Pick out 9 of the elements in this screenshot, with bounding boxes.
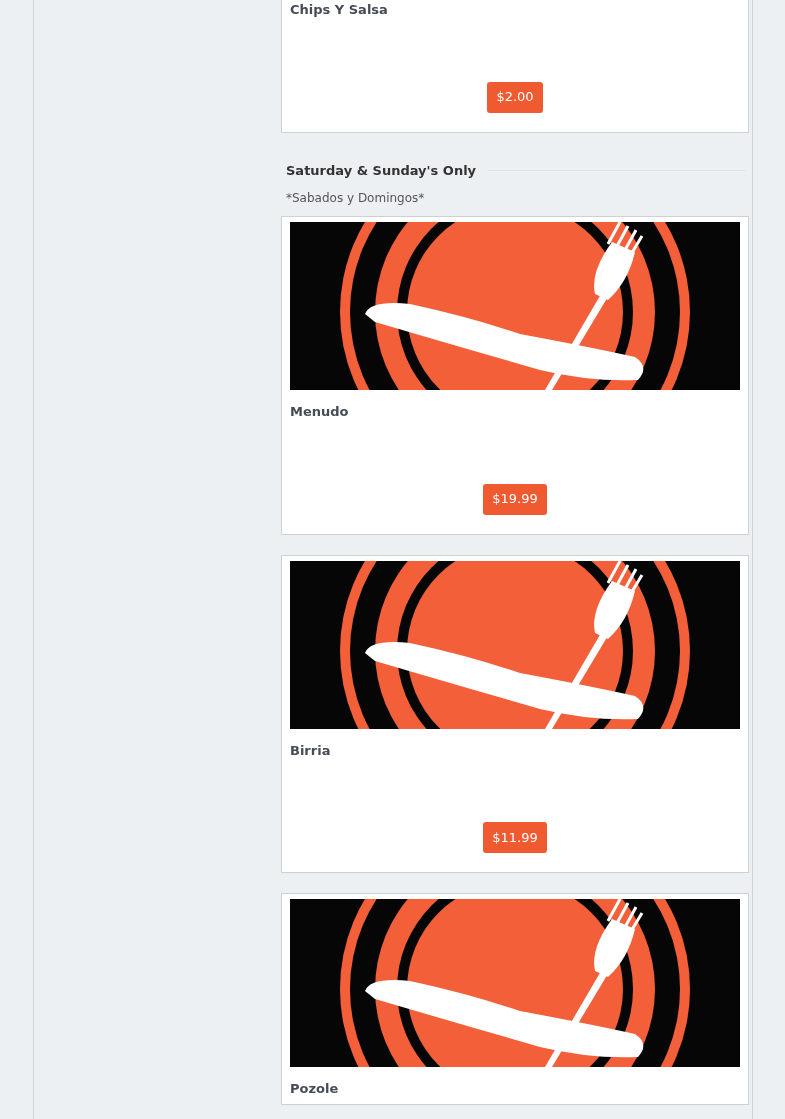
item-name: Pozole xyxy=(290,1080,340,1098)
price-button[interactable]: $2.00 xyxy=(487,81,543,113)
section-heading: Saturday & Sunday's Only xyxy=(286,161,477,180)
item-name: Chips Y Salsa xyxy=(290,1,389,19)
item-name: Menudo xyxy=(290,403,350,421)
item-name: Birria xyxy=(290,741,332,760)
price-button[interactable]: $19.99 xyxy=(483,483,547,515)
price-button[interactable]: $11.99 xyxy=(483,822,547,853)
section-note: *Sabados y Domingos* xyxy=(285,190,426,207)
